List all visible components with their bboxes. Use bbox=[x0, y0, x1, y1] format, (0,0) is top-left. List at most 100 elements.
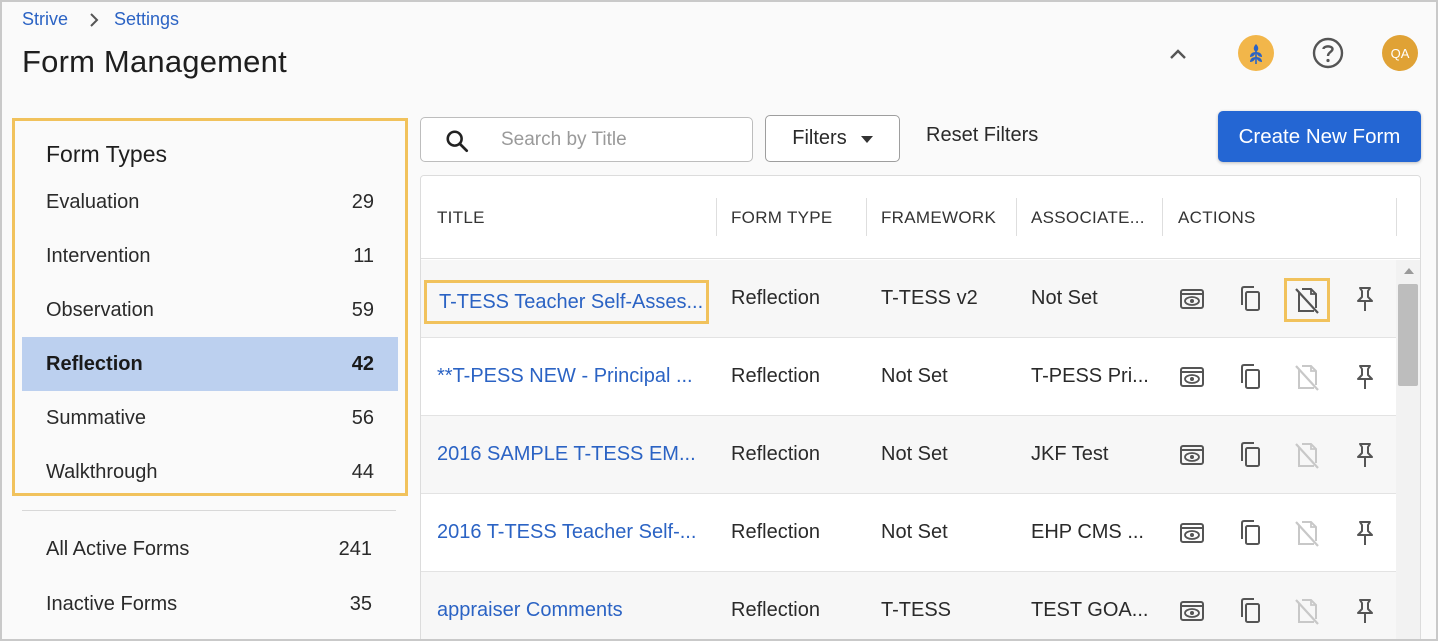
form-type-cell: Reflection bbox=[731, 287, 820, 309]
sidebar-item-count: 42 bbox=[351, 352, 374, 375]
sidebar-item-label: Observation bbox=[46, 298, 154, 321]
sidebar-item-count: 59 bbox=[351, 298, 374, 321]
form-type-cell: Reflection bbox=[731, 599, 820, 621]
sidebar-item-label: All Active Forms bbox=[46, 537, 190, 560]
associated-cell: TEST GOA... bbox=[1031, 599, 1149, 621]
sidebar-item-reflection[interactable]: Reflection 42 bbox=[22, 337, 398, 391]
sidebar-item-count: 29 bbox=[351, 190, 374, 213]
preview-icon[interactable] bbox=[1177, 518, 1207, 548]
create-new-form-button[interactable]: Create New Form bbox=[1218, 111, 1421, 162]
copy-icon[interactable] bbox=[1235, 284, 1265, 314]
sidebar-item-label: Intervention bbox=[46, 244, 151, 267]
sidebar-item-evaluation[interactable]: Evaluation 29 bbox=[22, 175, 398, 229]
pin-icon[interactable] bbox=[1350, 284, 1380, 314]
sidebar-item-label: Inactive Forms bbox=[46, 592, 178, 615]
form-title-link[interactable]: 2016 SAMPLE T-TESS EM... bbox=[437, 416, 707, 493]
search-input[interactable] bbox=[501, 128, 741, 151]
scrollbar-thumb[interactable] bbox=[1398, 284, 1418, 386]
sidebar-item-walkthrough[interactable]: Walkthrough 44 bbox=[22, 445, 398, 499]
pin-icon[interactable] bbox=[1350, 596, 1380, 626]
preview-icon[interactable] bbox=[1177, 440, 1207, 470]
filters-label: Filters bbox=[792, 127, 847, 149]
pin-icon[interactable] bbox=[1350, 362, 1380, 392]
column-divider bbox=[866, 198, 867, 236]
sidebar-item-summative[interactable]: Summative 56 bbox=[22, 391, 398, 445]
copy-icon[interactable] bbox=[1235, 518, 1265, 548]
pin-icon[interactable] bbox=[1350, 518, 1380, 548]
column-divider bbox=[1396, 198, 1397, 236]
copy-icon[interactable] bbox=[1235, 362, 1265, 392]
form-types-heading: Form Types bbox=[46, 141, 167, 167]
table-row: 2016 T-TESS Teacher Self-... Reflection … bbox=[421, 494, 1396, 572]
copy-icon[interactable] bbox=[1235, 596, 1265, 626]
table-row: appraiser Comments Reflection T-TESS TES… bbox=[421, 572, 1396, 641]
chevron-up-icon[interactable] bbox=[1164, 40, 1192, 68]
deactivate-form-icon[interactable] bbox=[1284, 278, 1330, 322]
pin-icon[interactable] bbox=[1350, 440, 1380, 470]
sidebar-item-all-active-forms[interactable]: All Active Forms 241 bbox=[22, 524, 396, 574]
sidebar-item-label: Reflection bbox=[46, 352, 143, 375]
framework-cell: T-TESS v2 bbox=[881, 287, 978, 309]
deactivate-form-icon bbox=[1292, 362, 1322, 392]
sidebar-item-count: 56 bbox=[351, 406, 374, 429]
table-scrollbar[interactable] bbox=[1396, 260, 1420, 641]
form-type-cell: Reflection bbox=[731, 521, 820, 543]
preview-icon[interactable] bbox=[1177, 362, 1207, 392]
help-circle-icon[interactable] bbox=[1310, 35, 1346, 71]
framework-cell: T-TESS bbox=[881, 599, 952, 621]
breadcrumb-settings-link[interactable]: Settings bbox=[114, 9, 179, 30]
form-title-link[interactable]: appraiser Comments bbox=[437, 572, 707, 641]
caret-down-icon bbox=[860, 127, 873, 150]
sidebar-item-intervention[interactable]: Intervention 11 bbox=[22, 229, 398, 283]
sidebar-item-label: Walkthrough bbox=[46, 460, 158, 483]
column-header-actions: ACTIONS bbox=[1178, 207, 1256, 227]
form-types-panel: Form Types Evaluation 29 Intervention 11… bbox=[12, 118, 408, 496]
wheat-logo-icon[interactable] bbox=[1238, 35, 1274, 71]
table-header: TITLE FORM TYPE FRAMEWORK ASSOCIATE... A… bbox=[421, 176, 1420, 259]
column-header-framework[interactable]: FRAMEWORK bbox=[881, 176, 996, 259]
column-header-form-type[interactable]: FORM TYPE bbox=[731, 176, 833, 259]
page-title: Form Management bbox=[22, 44, 287, 79]
framework-cell: Not Set bbox=[881, 521, 948, 543]
form-title-link[interactable]: T-TESS Teacher Self-Asses... bbox=[424, 280, 709, 324]
search-icon bbox=[445, 128, 469, 152]
framework-cell: Not Set bbox=[881, 443, 948, 465]
framework-cell: Not Set bbox=[881, 365, 948, 387]
column-header-associated[interactable]: ASSOCIATE... bbox=[1031, 176, 1145, 259]
form-title-link[interactable]: **T-PESS NEW - Principal ... bbox=[437, 338, 707, 415]
table-row: **T-PESS NEW - Principal ... Reflection … bbox=[421, 338, 1396, 416]
deactivate-form-icon bbox=[1292, 440, 1322, 470]
sidebar-item-observation[interactable]: Observation 59 bbox=[22, 283, 398, 337]
sidebar-item-count: 44 bbox=[351, 460, 374, 483]
column-divider bbox=[716, 198, 717, 236]
form-type-cell: Reflection bbox=[731, 365, 820, 387]
column-divider bbox=[1016, 198, 1017, 236]
sidebar-item-inactive-forms[interactable]: Inactive Forms 35 bbox=[22, 579, 396, 629]
associated-cell: JKF Test bbox=[1031, 443, 1109, 465]
deactivate-form-icon bbox=[1292, 518, 1322, 548]
sidebar-item-count: 11 bbox=[353, 244, 374, 267]
avatar[interactable]: QA bbox=[1382, 35, 1418, 71]
associated-cell: T-PESS Pri... bbox=[1031, 365, 1149, 387]
sidebar-divider bbox=[22, 510, 396, 511]
copy-icon[interactable] bbox=[1235, 440, 1265, 470]
preview-icon[interactable] bbox=[1177, 596, 1207, 626]
table-row: 2016 SAMPLE T-TESS EM... Reflection Not … bbox=[421, 416, 1396, 494]
column-header-title[interactable]: TITLE bbox=[437, 176, 485, 259]
reset-filters-button[interactable]: Reset Filters bbox=[926, 124, 1038, 147]
form-title-link[interactable]: 2016 T-TESS Teacher Self-... bbox=[437, 494, 707, 571]
forms-table: TITLE FORM TYPE FRAMEWORK ASSOCIATE... A… bbox=[420, 175, 1421, 641]
sidebar-item-label: Summative bbox=[46, 406, 147, 429]
preview-icon[interactable] bbox=[1177, 284, 1207, 314]
table-row: T-TESS Teacher Self-Asses... Reflection … bbox=[421, 260, 1396, 338]
deactivate-form-icon bbox=[1292, 596, 1322, 626]
breadcrumb: Strive Settings bbox=[22, 9, 179, 30]
sidebar-item-count: 241 bbox=[338, 537, 372, 560]
sidebar-item-label: Evaluation bbox=[46, 190, 140, 213]
associated-cell: Not Set bbox=[1031, 287, 1098, 309]
filters-button[interactable]: Filters bbox=[765, 115, 900, 162]
scroll-up-arrow-icon[interactable] bbox=[1404, 268, 1414, 274]
column-divider bbox=[1162, 198, 1163, 236]
breadcrumb-home-link[interactable]: Strive bbox=[22, 9, 68, 30]
form-type-cell: Reflection bbox=[731, 443, 820, 465]
